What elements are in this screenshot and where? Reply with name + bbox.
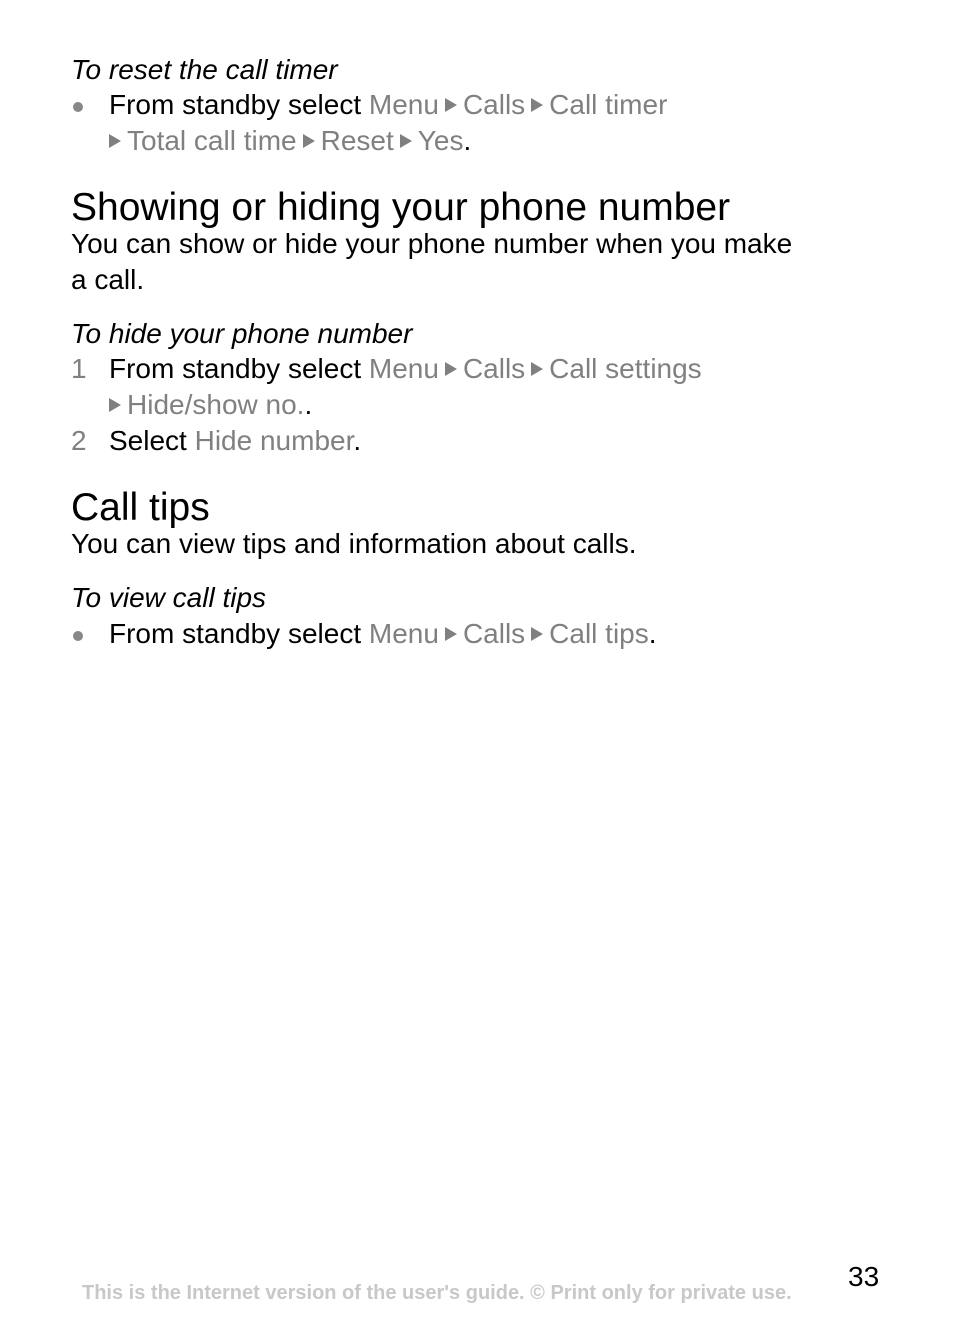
period: . (648, 618, 657, 649)
period: . (304, 389, 313, 420)
step-2: Select Hide number. (109, 425, 361, 457)
step-1-line2: Hide/show no.. (109, 389, 312, 421)
menu-path-item: Calls (462, 89, 526, 120)
arrow-right-icon (302, 134, 315, 148)
subheading-reset-call-timer: To reset the call timer (71, 54, 338, 85)
intro-line: You can show or hide your phone number w… (71, 228, 793, 259)
period: . (353, 425, 362, 456)
bullet-icon (73, 102, 83, 112)
instruction-prefix: From standby select (109, 618, 362, 649)
menu-path-item: Call tips (549, 618, 649, 649)
instruction-reset-line2: Total call time Reset Yes. (109, 125, 471, 157)
step-number: 2 (71, 425, 87, 456)
arrow-right-icon (531, 98, 544, 112)
arrow-right-icon (444, 627, 457, 641)
menu-path-item: Menu (368, 353, 439, 384)
menu-path-item: Total call time (127, 125, 297, 156)
instruction-prefix: From standby select (109, 353, 362, 384)
menu-path-item: Menu (368, 89, 439, 120)
menu-path-item: Hide number (194, 425, 354, 456)
heading-call-tips: Call tips (71, 486, 210, 529)
instruction-prefix: From standby select (109, 89, 362, 120)
step-number: 1 (71, 353, 87, 384)
footer-notice: This is the Internet version of the user… (82, 1282, 792, 1304)
menu-path-item: Call timer (549, 89, 668, 120)
arrow-right-icon (444, 362, 457, 376)
arrow-right-icon (444, 98, 457, 112)
step-1-line1: From standby select Menu Calls Call settin… (109, 353, 702, 385)
menu-path-item: Yes (417, 125, 464, 156)
arrow-right-icon (531, 362, 544, 376)
menu-path-item: Reset (320, 125, 394, 156)
period: . (463, 125, 472, 156)
menu-path-item: Hide/show no. (127, 389, 305, 420)
page-number: 33 (848, 1261, 880, 1292)
menu-path-item: Call settings (549, 353, 702, 384)
subheading-hide-number: To hide your phone number (71, 318, 413, 349)
instruction-call-tips: From standby select Menu Calls Call tips. (109, 618, 657, 650)
arrow-right-icon (109, 134, 121, 148)
heading-showing-hiding-number: Showing or hiding your phone number (71, 186, 731, 229)
menu-path-item: Calls (462, 353, 526, 384)
arrow-right-icon (109, 398, 121, 412)
instruction-reset-line1: From standby select Menu Calls Call timer (109, 89, 667, 121)
menu-path-item: Calls (462, 618, 526, 649)
menu-path-item: Menu (368, 618, 439, 649)
arrow-right-icon (531, 627, 544, 641)
bullet-icon (73, 631, 83, 641)
intro-line: a call. (71, 264, 145, 295)
subheading-view-call-tips: To view call tips (71, 582, 267, 613)
instruction-prefix: Select (109, 425, 187, 456)
intro-line: You can view tips and information about … (71, 528, 637, 559)
arrow-right-icon (399, 134, 412, 148)
